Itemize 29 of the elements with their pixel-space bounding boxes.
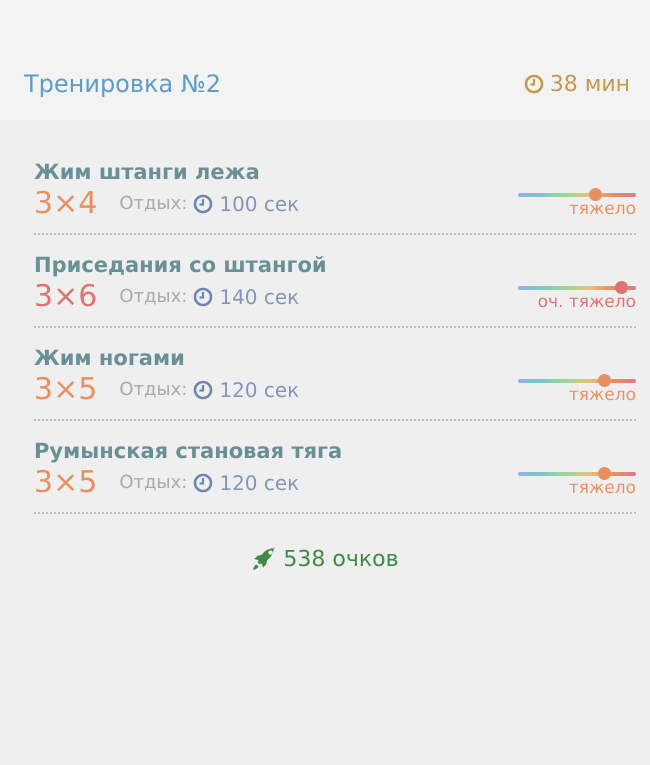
workout-title: Тренировка №2 <box>24 70 222 98</box>
clock-icon <box>524 74 544 94</box>
intensity-label: тяжело <box>568 478 636 498</box>
exercise-name: Жим ногами <box>34 346 186 370</box>
rest-label: Отдых: <box>119 379 188 400</box>
exercise-name: Румынская становая тяга <box>34 439 344 463</box>
rest-time: 120 сек <box>219 378 300 402</box>
workout-duration: 38 мин <box>550 72 630 96</box>
rest-label: Отдых: <box>119 286 188 307</box>
sets-reps: 3×4 <box>34 186 98 221</box>
rest-time: 100 сек <box>219 192 300 216</box>
rest-time: 140 сек <box>219 284 300 308</box>
exercise-name: Приседания со штангой <box>34 253 328 277</box>
clock-icon <box>193 194 214 214</box>
intensity-label: тяжело <box>568 199 636 219</box>
points-total: 538 очков <box>283 546 399 572</box>
clock-icon <box>193 472 214 492</box>
rest-label: Отдых: <box>119 472 188 493</box>
clock-icon <box>193 286 214 306</box>
rest-time: 120 сек <box>219 470 300 494</box>
intensity-label: тяжело <box>568 385 636 405</box>
rest-label: Отдых: <box>119 193 188 214</box>
sets-reps: 3×5 <box>34 465 98 500</box>
rocket-icon <box>251 546 278 572</box>
clock-icon <box>193 380 214 400</box>
intensity-label: оч. тяжело <box>538 292 636 312</box>
sets-reps: 3×5 <box>34 372 98 407</box>
exercise-name: Жим штанги лежа <box>34 160 261 184</box>
sets-reps: 3×6 <box>34 279 98 314</box>
